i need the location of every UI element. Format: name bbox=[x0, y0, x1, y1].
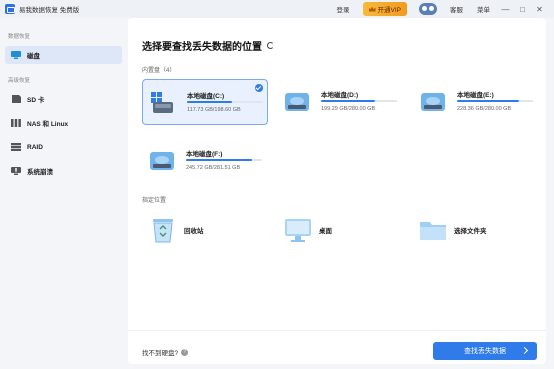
disk-size: 199.29 GB/280.00 GB bbox=[321, 106, 376, 112]
menu-button[interactable]: 菜单 bbox=[477, 4, 490, 14]
raid-icon bbox=[11, 143, 21, 151]
monitor-icon bbox=[11, 51, 21, 59]
system-crash-icon bbox=[11, 167, 21, 175]
scan-button-label: 查找丢失数据 bbox=[464, 348, 506, 355]
main-panel: 选择要查找丢失数据的位置 内置盘（4） 本地磁盘(C:) 117.73 GB/1… bbox=[128, 18, 546, 364]
location-label: 选择文件夹 bbox=[454, 228, 487, 235]
sidebar-item-disk[interactable]: 磁盘 bbox=[5, 46, 122, 64]
location-label: 桌面 bbox=[319, 228, 332, 235]
app-logo-icon bbox=[5, 4, 15, 14]
vip-button-label: 开通VIP bbox=[377, 7, 401, 14]
sidebar-item-raid[interactable]: RAID bbox=[5, 138, 122, 156]
sidebar: 数据恢复 磁盘 高级恢复 SD 卡 NAS 和 Linux RAID 系统崩溃 bbox=[0, 18, 128, 369]
recycle-bin-icon bbox=[153, 219, 173, 243]
refresh-icon[interactable] bbox=[267, 42, 274, 49]
disk-not-found-link[interactable]: 找不到硬盘? ? bbox=[142, 347, 189, 357]
disk-name: 本地磁盘(F:) bbox=[186, 151, 223, 158]
disk-name: 本地磁盘(D:) bbox=[321, 92, 359, 99]
location-recycle-bin[interactable]: 回收站 bbox=[150, 215, 204, 245]
disk-size: 228.36 GB/280.00 GB bbox=[457, 106, 512, 112]
disk-name: 本地磁盘(E:) bbox=[457, 92, 494, 99]
disk-usage-fill bbox=[186, 159, 253, 161]
hard-disk-icon bbox=[421, 93, 445, 111]
footer-divider bbox=[128, 330, 546, 331]
folder-icon bbox=[420, 222, 446, 240]
disk-usage-bar bbox=[187, 101, 263, 103]
disk-card-f[interactable]: 本地磁盘(F:) 245.72 GB/281.51 GB bbox=[142, 138, 268, 184]
login-link[interactable]: 登录 bbox=[337, 4, 350, 14]
check-icon bbox=[255, 84, 263, 92]
page-title: 选择要查找丢失数据的位置 bbox=[142, 38, 274, 53]
hard-disk-icon bbox=[285, 93, 309, 111]
disk-usage-fill bbox=[457, 100, 519, 102]
nas-icon bbox=[11, 119, 21, 127]
sidebar-item-sd-card[interactable]: SD 卡 bbox=[5, 90, 122, 108]
help-icon[interactable]: ? bbox=[181, 348, 189, 356]
sidebar-item-system-crash[interactable]: 系统崩溃 bbox=[5, 162, 122, 180]
disk-name: 本地磁盘(C:) bbox=[187, 93, 225, 100]
location-label: 回收站 bbox=[184, 228, 204, 235]
sidebar-item-label: NAS 和 Linux bbox=[27, 121, 69, 128]
page-title-text: 选择要查找丢失数据的位置 bbox=[142, 42, 262, 53]
crown-icon bbox=[368, 6, 376, 12]
minimize-button[interactable]: — bbox=[497, 5, 514, 14]
locations-label: 指定位置 bbox=[142, 198, 167, 204]
maximize-button[interactable]: □ bbox=[514, 5, 531, 14]
disk-size: 245.72 GB/281.51 GB bbox=[186, 165, 241, 171]
sidebar-item-label: 系统崩溃 bbox=[27, 169, 53, 176]
disk-usage-bar bbox=[321, 100, 397, 102]
disk-usage-fill bbox=[321, 100, 375, 102]
avatar[interactable] bbox=[419, 3, 437, 15]
disk-usage-fill bbox=[187, 101, 232, 103]
chevron-right-icon bbox=[520, 346, 529, 355]
title-bar: 易我数据恢复 免费版 登录 开通VIP 客服 菜单 — □ ✕ bbox=[0, 0, 554, 18]
not-found-text: 找不到硬盘? bbox=[142, 350, 179, 357]
sidebar-section-other: 高级恢复 bbox=[8, 78, 31, 84]
disk-card-c[interactable]: 本地磁盘(C:) 117.73 GB/198.60 GB bbox=[142, 79, 268, 125]
disk-card-d[interactable]: 本地磁盘(D:) 199.29 GB/280.00 GB bbox=[277, 79, 403, 125]
disk-card-e[interactable]: 本地磁盘(E:) 228.36 GB/280.00 GB bbox=[413, 79, 539, 125]
sidebar-section-recovery: 数据恢复 bbox=[8, 34, 31, 40]
desktop-icon bbox=[285, 219, 311, 242]
support-button[interactable]: 客服 bbox=[450, 4, 463, 14]
sidebar-item-label: SD 卡 bbox=[27, 97, 45, 104]
disk-usage-bar bbox=[457, 100, 533, 102]
builtin-disks-label: 内置盘（4） bbox=[142, 68, 176, 74]
hard-disk-icon bbox=[150, 152, 174, 170]
location-select-folder[interactable]: 选择文件夹 bbox=[420, 215, 487, 245]
sd-card-icon bbox=[12, 95, 21, 103]
app-title: 易我数据恢复 免费版 bbox=[19, 7, 80, 14]
sidebar-item-label: RAID bbox=[27, 143, 43, 151]
close-button[interactable]: ✕ bbox=[531, 5, 548, 14]
location-desktop[interactable]: 桌面 bbox=[285, 215, 332, 245]
disk-size: 117.73 GB/198.60 GB bbox=[187, 107, 241, 113]
disk-usage-bar bbox=[186, 159, 262, 161]
sidebar-item-label: 磁盘 bbox=[27, 53, 40, 60]
windows-disk-icon bbox=[151, 92, 173, 113]
sidebar-item-nas[interactable]: NAS 和 Linux bbox=[5, 114, 122, 132]
scan-button[interactable]: 查找丢失数据 bbox=[433, 342, 537, 360]
vip-button[interactable]: 开通VIP bbox=[362, 2, 407, 16]
